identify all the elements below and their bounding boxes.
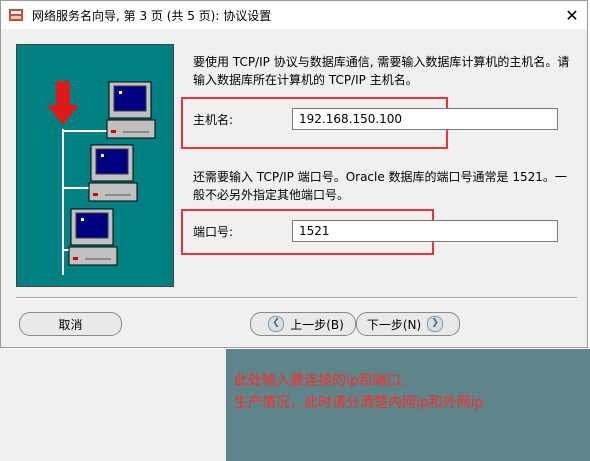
wizard-window: 网络服务名向导, 第 3 页 (共 5 页): 协议设置 ✕ 要使用 TCP/I… <box>0 0 588 348</box>
annotation-line-1: 此处输入要连接的ip和端口, <box>234 373 406 389</box>
computer-icon <box>88 144 138 202</box>
port-input[interactable]: 1521 <box>292 220 558 242</box>
back-button[interactable]: ❮ 上一步(B) <box>250 312 356 336</box>
cancel-button[interactable]: 取消 <box>19 312 122 336</box>
network-diagram <box>47 81 156 275</box>
down-arrow-icon <box>47 81 79 125</box>
host-label: 主机名: <box>193 113 234 127</box>
next-button-label: 下一步(N) <box>366 317 422 332</box>
title-bar: 网络服务名向导, 第 3 页 (共 5 页): 协议设置 ✕ <box>1 1 587 29</box>
port-label: 端口号: <box>193 225 234 239</box>
back-button-label: 上一步(B) <box>290 317 344 332</box>
close-button[interactable]: ✕ <box>557 1 587 29</box>
next-button[interactable]: 下一步(N) ❯ <box>356 312 460 336</box>
port-intro-text: 还需要输入 TCP/IP 端口号。Oracle 数据库的端口号通常是 1521。… <box>193 170 567 202</box>
app-icon <box>9 9 23 21</box>
computer-icon <box>68 208 118 266</box>
annotation-text: 此处输入要连接的ip和端口, 生产情况，此时请分清楚内网ip和外网ip <box>234 370 484 414</box>
forward-arrow-icon: ❯ <box>427 316 444 332</box>
computer-icon <box>106 81 156 139</box>
host-input[interactable]: 192.168.150.100 <box>292 108 558 130</box>
divider <box>16 297 577 299</box>
close-icon: ✕ <box>565 5 579 25</box>
window-title: 网络服务名向导, 第 3 页 (共 5 页): 协议设置 <box>32 9 272 23</box>
cancel-button-label: 取消 <box>58 317 83 332</box>
host-intro-text: 要使用 TCP/IP 协议与数据库通信, 需要输入数据库计算机的主机名。请输入数… <box>193 55 570 87</box>
background-left <box>0 349 226 461</box>
back-arrow-icon: ❮ <box>268 316 285 332</box>
annotation-line-2: 生产情况，此时请分清楚内网ip和外网ip <box>234 395 484 411</box>
network-illustration <box>16 44 174 287</box>
